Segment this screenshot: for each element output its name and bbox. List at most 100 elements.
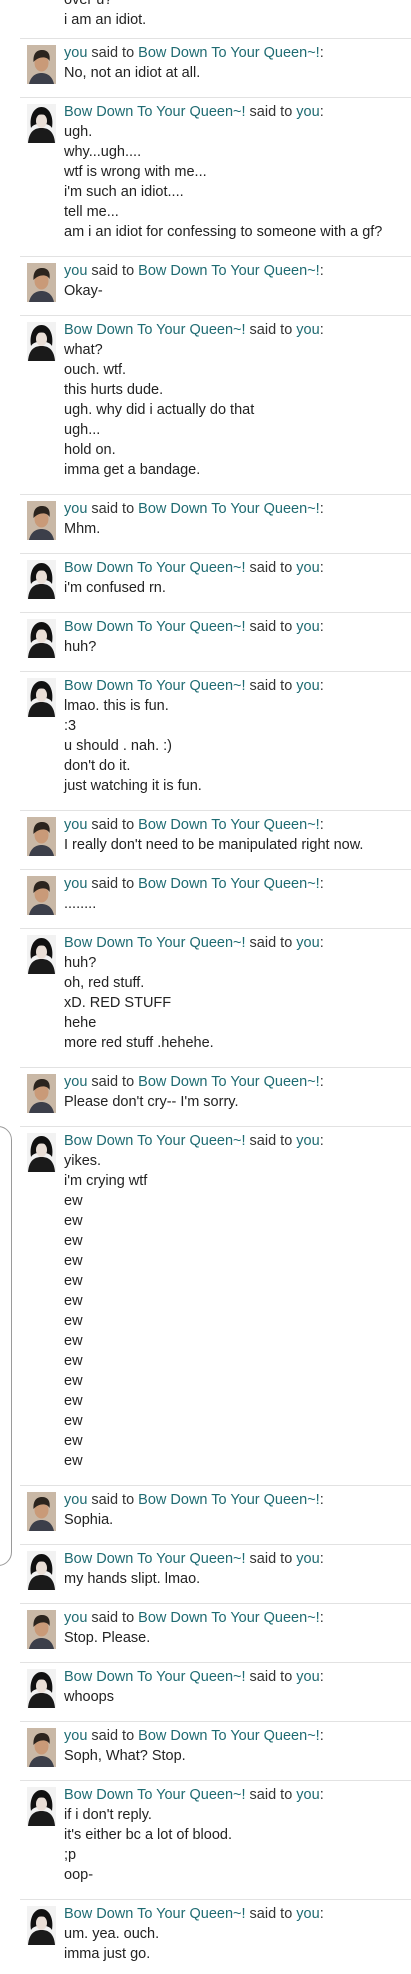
contact-avatar [27,104,56,143]
sender-name[interactable]: you [64,1074,87,1090]
contact-avatar [27,1133,56,1172]
message-body: ........ [64,894,96,914]
sender-name[interactable]: you [64,817,87,833]
sender-name[interactable]: you [64,501,87,517]
message-line: ew [64,1333,83,1349]
message-body: Mhm. [64,519,100,539]
sender-name[interactable]: Bow Down To Your Queen~! [64,104,246,120]
recipient-name[interactable]: you [296,322,319,338]
recipient-name[interactable]: you [296,935,319,951]
message-line: ugh... [64,422,101,438]
recipient-name[interactable]: Bow Down To Your Queen~! [138,263,320,279]
message-block: you said to Bow Down To Your Queen~!: Oka… [0,256,411,311]
said-to-text: said to [245,1906,297,1922]
sender-name[interactable]: Bow Down To Your Queen~! [64,935,246,951]
message-divider [20,1485,411,1486]
message-line: Stop. Please. [64,1630,151,1646]
sender-name[interactable]: Bow Down To Your Queen~! [64,560,246,576]
said-to-text: said to [87,1492,139,1508]
recipient-name[interactable]: you [296,1551,319,1567]
message-divider [20,38,411,39]
sender-name[interactable]: Bow Down To Your Queen~! [64,678,246,694]
message-body: Please don't cry-- I'm sorry. [64,1092,238,1112]
contact-avatar [27,1906,56,1945]
message-line: ew [64,1293,83,1309]
message-line: oop- [64,1867,94,1883]
recipient-name[interactable]: Bow Down To Your Queen~! [138,501,320,517]
recipient-name[interactable]: you [296,104,319,120]
sender-name[interactable]: you [64,263,87,279]
sender-name[interactable]: you [64,1610,87,1626]
recipient-name[interactable]: Bow Down To Your Queen~! [138,1492,320,1508]
said-to-text: said to [245,104,297,120]
header-colon: : [319,104,324,120]
message-block: Bow Down To Your Queen~! said to you: huh… [0,612,411,667]
sender-name[interactable]: you [64,1492,87,1508]
message-header: Bow Down To Your Queen~! said to you: [64,1785,324,1805]
recipient-name[interactable]: Bow Down To Your Queen~! [138,1610,320,1626]
sender-name[interactable]: Bow Down To Your Queen~! [64,1669,246,1685]
sender-name[interactable]: you [64,45,87,61]
message-line: ugh. [64,124,93,140]
message-line: am i an idiot for confessing to someone … [64,224,383,240]
said-to-text: said to [245,678,297,694]
sender-name[interactable]: Bow Down To Your Queen~! [64,1906,246,1922]
message-header: Bow Down To Your Queen~! said to you: [64,1667,324,1687]
sender-name[interactable]: you [64,1728,87,1744]
recipient-name[interactable]: Bow Down To Your Queen~! [138,817,320,833]
recipient-name[interactable]: you [296,1906,319,1922]
message-line: wtf is wrong with me... [64,164,207,180]
header-colon: : [319,1074,324,1090]
message-block: Bow Down To Your Queen~! said to you: if … [0,1780,411,1895]
sender-name[interactable]: you [64,876,87,892]
message-line: ew [64,1253,83,1269]
contact-avatar [27,619,56,658]
dark-figure-icon [27,1906,56,1945]
contact-avatar [27,560,56,599]
message-header: Bow Down To Your Queen~! said to you: [64,320,324,340]
sender-name[interactable]: Bow Down To Your Queen~! [64,1551,246,1567]
message-line: imma just go. [64,1946,151,1962]
message-line: Okay- [64,283,103,299]
recipient-name[interactable]: Bow Down To Your Queen~! [138,876,320,892]
message-line: ew [64,1453,83,1469]
message-divider [20,671,411,672]
said-to-text: said to [87,1074,139,1090]
message-block: Bow Down To Your Queen~! said to you: huh… [0,928,411,1063]
dark-figure-icon [27,104,56,143]
message-line: huh? [64,639,97,655]
dark-figure-icon [27,935,56,974]
recipient-name[interactable]: you [296,678,319,694]
person-photo-icon [27,876,56,915]
person-photo-icon [27,1074,56,1113]
said-to-text: said to [245,560,297,576]
recipient-name[interactable]: you [296,1133,319,1149]
sender-name[interactable]: Bow Down To Your Queen~! [64,619,246,635]
message-line: lmao. this is fun. [64,698,169,714]
recipient-name[interactable]: you [296,1787,319,1803]
recipient-name[interactable]: Bow Down To Your Queen~! [138,1728,320,1744]
header-colon: : [319,1492,324,1508]
user-avatar [27,263,56,302]
recipient-name[interactable]: Bow Down To Your Queen~! [138,1074,320,1090]
sender-name[interactable]: Bow Down To Your Queen~! [64,322,246,338]
message-header: Bow Down To Your Queen~! said to you: [64,1131,324,1151]
message-line: hold on. [64,442,116,458]
message-body: huh? [64,637,96,657]
message-body: what? ouch. wtf. this hurts dude. ugh. why … [64,340,254,480]
contact-avatar [27,1787,56,1826]
sender-name[interactable]: Bow Down To Your Queen~! [64,1787,246,1803]
message-body: huh? oh, red stuff. xD. RED STUFF hehe more … [64,953,214,1053]
message-line: don't do it. [64,758,131,774]
message-body: yikes. i'm crying wtf ew ew ew ew ew ew ew ew ew ew… [64,1151,147,1471]
dark-figure-icon [27,1133,56,1172]
header-colon: : [319,1133,324,1149]
recipient-name[interactable]: you [296,619,319,635]
recipient-name[interactable]: Bow Down To Your Queen~! [138,45,320,61]
message-header: you said to Bow Down To Your Queen~!: [64,1072,324,1092]
contact-avatar [27,678,56,717]
message-line: Soph, What? Stop. [64,1748,186,1764]
sender-name[interactable]: Bow Down To Your Queen~! [64,1133,246,1149]
recipient-name[interactable]: you [296,560,319,576]
recipient-name[interactable]: you [296,1669,319,1685]
